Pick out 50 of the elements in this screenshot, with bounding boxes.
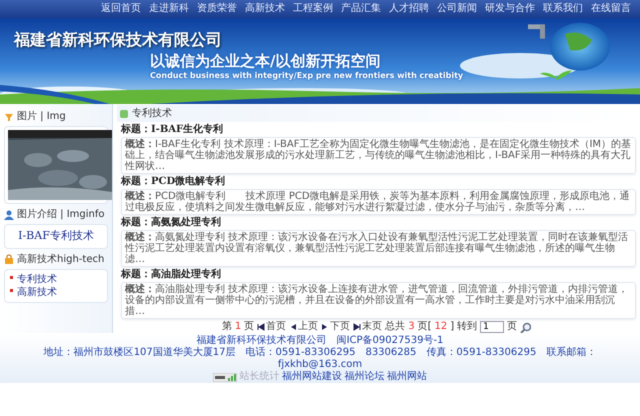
slogan-english: Conduct business with integrity/Exp pre new frontiers with creatibity: [150, 70, 464, 82]
article-title: 标题：高油脂处理专利: [121, 269, 222, 281]
pager-text: 转到: [457, 321, 478, 333]
article-title: 标题：I-BAF生化专利: [121, 124, 224, 136]
pager-link[interactable]: 首页: [257, 321, 286, 333]
section-title: 图片介绍 | Imginfo: [17, 208, 105, 222]
article-title: 标题：高氨氮处理专利: [121, 217, 222, 229]
pager-number: 12: [434, 321, 448, 333]
company-name: 福建省新科环保技术有限公司: [14, 29, 222, 51]
section-heading: 专利技术: [132, 106, 172, 121]
nav-link[interactable]: 公司新闻: [433, 0, 481, 18]
nav-link[interactable]: 走进新科: [145, 0, 193, 18]
article-title: 标题：PCD微电解专利: [121, 176, 226, 188]
page-input[interactable]: 1: [480, 321, 504, 333]
footer-link[interactable]: 福州网站建设: [282, 371, 342, 383]
nav-link[interactable]: 在线留言: [587, 0, 635, 18]
footer-text: 地址：福州市鼓楼区107国道华美大厦17层 电话：0591-83306295 83306285 传真：0591-83306295 联系邮箱：fjxkhb@163.com: [42, 347, 598, 370]
nav-link[interactable]: 资质荣誉: [193, 0, 241, 18]
stats-label: 站长统计: [240, 371, 280, 383]
pager-link[interactable]: 末页: [353, 321, 382, 333]
article-summary: 概述：PCD微电解专利 技术原理 PCD微电解是采用铁，炭等为基本原料，利用金属腐蚀原理，形成原电池，通过电极反应，使填料之间发生微电解反应，能够对污水进行絮凝过滤，使水分子与油污，杂质等分离，…: [121, 189, 636, 215]
footer-text: 福建省新科环保技术有限公司 闽ICP备09027539号-1: [196, 335, 444, 346]
sidebar-link[interactable]: 专利技术: [8, 272, 104, 286]
pager-text: 页: [507, 321, 518, 333]
article-summary: 概述：I-BAF生化专利 技术原理：I-BAF工艺全称为固定化微生物曝气生物滤池，是在固定化微生物技术（IM）的基础上，结合曝气生物滤池发展形成的污水处理新工艺，与传统的曝气生物滤池相比，I-BAF采用一种特殊的具有大孔性网状…: [121, 137, 636, 174]
nav-link[interactable]: 工程案例: [289, 0, 337, 18]
nav-link[interactable]: 人才招聘: [385, 0, 433, 18]
footer-link[interactable]: 福州网站: [387, 371, 427, 383]
article-summary: 概述：高油脂处理专利 技术原理：该污水设备上连接有进水管，进气管道，回流管道，外排污管道，内排污管道，设备的内部设置有一侧带中心的污泥槽，并且在设备的外部设置有一高水管，工作时主要是对污水中油采用刮沉措…: [121, 282, 636, 319]
pager-text: ]: [450, 321, 454, 333]
article-summary: 概述：高氨氮处理专利 技术原理：该污水设备在污水入口处设有兼氧型活性污泥工艺处理装置，同时在该兼氧型活性污泥工艺处理装置内设置有溶氧仪，兼氧型活性污泥工艺处理装置后部连接有曝气生物滤池，所述的曝气生物滤…: [121, 230, 636, 267]
pager-text: 总共: [385, 321, 406, 333]
sidebar-link[interactable]: 高新技术: [8, 286, 104, 298]
nav-link[interactable]: 产品汇集: [337, 0, 385, 18]
pager-number: 1: [234, 321, 242, 333]
nav-link[interactable]: 研发与合作: [481, 0, 539, 18]
pager-link[interactable]: 上页: [289, 321, 318, 333]
section-title: 图片 | Img: [17, 110, 66, 124]
slogan: 以诚信为企业之本/以创新开拓空间: [150, 51, 380, 72]
pager-text: 第: [222, 321, 232, 333]
pager-number: 3: [408, 321, 415, 333]
pager-text: 页[: [418, 321, 432, 333]
nav-link[interactable]: 联系我们: [539, 0, 587, 18]
nav-link[interactable]: 高新技术: [241, 0, 289, 18]
footer-link[interactable]: 福州论坛: [344, 371, 384, 383]
nav-link[interactable]: 返回首页: [97, 0, 145, 18]
section-title: 高新技术high-tech: [17, 252, 104, 266]
pager-text: 页: [244, 321, 254, 333]
info-text: I-BAF专利技术: [17, 228, 95, 244]
pager-link[interactable]: 下页: [321, 321, 350, 333]
